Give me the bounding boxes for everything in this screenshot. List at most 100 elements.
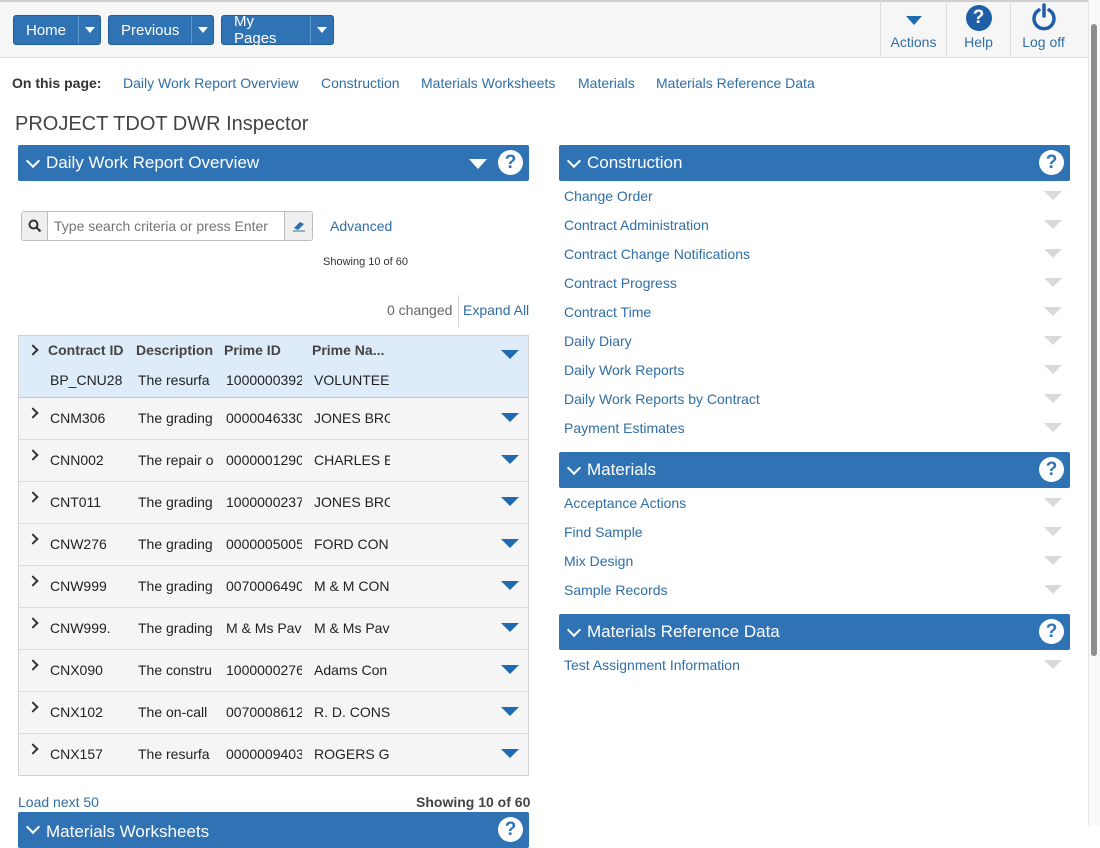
previous-dropdown[interactable] xyxy=(191,16,213,44)
row-menu-caret-icon[interactable] xyxy=(501,350,519,359)
construction-item-payment-estimates[interactable]: Payment Estimates xyxy=(564,420,685,436)
jump-link-materials[interactable]: Materials xyxy=(578,75,635,91)
expand-all-link[interactable]: Expand All xyxy=(463,302,529,318)
item-caret-icon[interactable] xyxy=(1044,336,1062,345)
col-contract-id[interactable]: Contract ID xyxy=(48,342,123,358)
row-menu-caret-icon[interactable] xyxy=(501,623,519,632)
row-menu-caret-icon[interactable] xyxy=(501,665,519,674)
previous-button[interactable]: Previous xyxy=(108,15,214,45)
materials-item-acceptance-actions[interactable]: Acceptance Actions xyxy=(564,495,686,511)
construction-item-contract-progress[interactable]: Contract Progress xyxy=(564,275,677,291)
advanced-search-link[interactable]: Advanced xyxy=(330,218,392,234)
materials-ref-item-test-assignment[interactable]: Test Assignment Information xyxy=(564,657,740,673)
row-menu-caret-icon[interactable] xyxy=(501,413,519,422)
page-scrollbar[interactable] xyxy=(1088,0,1100,826)
materials-item-mix-design[interactable]: Mix Design xyxy=(564,553,633,569)
home-button[interactable]: Home xyxy=(13,15,101,45)
table-row[interactable]: CNX157 The resurfa 0000009403 ROGERS G xyxy=(19,734,528,776)
previous-label[interactable]: Previous xyxy=(109,16,191,44)
actions-label[interactable]: Actions xyxy=(891,34,937,50)
my-pages-button[interactable]: My Pages xyxy=(221,13,334,47)
logoff-button[interactable]: Log off xyxy=(1010,0,1076,58)
item-caret-icon[interactable] xyxy=(1044,660,1062,669)
construction-item-daily-work-reports[interactable]: Daily Work Reports xyxy=(564,362,684,378)
help-label[interactable]: Help xyxy=(964,34,993,50)
help-icon[interactable]: ? xyxy=(498,150,523,175)
construction-item-contract-time[interactable]: Contract Time xyxy=(564,304,651,320)
chevron-right-icon[interactable] xyxy=(27,617,39,629)
materials-item-sample-records[interactable]: Sample Records xyxy=(564,582,668,598)
help-icon[interactable]: ? xyxy=(1039,619,1064,644)
row-menu-caret-icon[interactable] xyxy=(501,539,519,548)
jump-link-construction[interactable]: Construction xyxy=(321,75,400,91)
item-caret-icon[interactable] xyxy=(1044,365,1062,374)
item-caret-icon[interactable] xyxy=(1044,498,1062,507)
table-row[interactable]: CNT011 The grading 1000000237 JONES BRO xyxy=(19,482,528,524)
construction-item-daily-diary[interactable]: Daily Diary xyxy=(564,333,632,349)
construction-item-dwr-by-contract[interactable]: Daily Work Reports by Contract xyxy=(564,391,760,407)
table-row[interactable]: CNX102 The on-call 0070008612 R. D. CONS xyxy=(19,692,528,734)
construction-header[interactable]: Construction ? xyxy=(559,145,1070,181)
col-prime-name[interactable]: Prime Na... xyxy=(312,342,384,358)
row-menu-caret-icon[interactable] xyxy=(501,707,519,716)
logoff-label[interactable]: Log off xyxy=(1022,34,1065,50)
row-menu-caret-icon[interactable] xyxy=(501,455,519,464)
search-icon[interactable] xyxy=(22,212,48,240)
table-row[interactable]: CNM306 The grading 0000046330 JONES BRO xyxy=(19,398,528,440)
row-menu-caret-icon[interactable] xyxy=(501,749,519,758)
item-caret-icon[interactable] xyxy=(1044,307,1062,316)
table-header-row[interactable]: Contract ID Description Prime ID Prime N… xyxy=(19,336,528,398)
item-caret-icon[interactable] xyxy=(1044,249,1062,258)
col-description[interactable]: Description xyxy=(136,342,213,358)
help-icon[interactable]: ? xyxy=(1039,457,1064,482)
table-row[interactable]: CNN002 The repair o 0000001290 CHARLES E xyxy=(19,440,528,482)
chevron-right-icon[interactable] xyxy=(27,659,39,671)
search-input[interactable] xyxy=(48,212,284,240)
help-button[interactable]: ? Help xyxy=(946,0,1010,58)
my-pages-dropdown[interactable] xyxy=(309,16,333,44)
chevron-right-icon[interactable] xyxy=(27,701,39,713)
help-icon[interactable]: ? xyxy=(498,817,523,842)
item-caret-icon[interactable] xyxy=(1044,278,1062,287)
chevron-right-icon[interactable] xyxy=(27,449,39,461)
table-row[interactable]: CNX090 The constru 1000000276 Adams Con xyxy=(19,650,528,692)
table-row[interactable]: CNW999. The grading M & Ms Pav M & Ms Pa… xyxy=(19,608,528,650)
chevron-right-icon[interactable] xyxy=(27,533,39,545)
scrollbar-thumb[interactable] xyxy=(1091,24,1097,656)
materials-worksheets-header[interactable]: Materials Worksheets ? xyxy=(18,812,529,848)
construction-item-change-notifications[interactable]: Contract Change Notifications xyxy=(564,246,750,262)
materials-item-find-sample[interactable]: Find Sample xyxy=(564,524,643,540)
construction-item-change-order[interactable]: Change Order xyxy=(564,188,653,204)
item-caret-icon[interactable] xyxy=(1044,585,1062,594)
my-pages-label[interactable]: My Pages xyxy=(222,13,310,47)
chevron-right-icon[interactable] xyxy=(27,407,39,419)
item-caret-icon[interactable] xyxy=(1044,527,1062,536)
chevron-right-icon[interactable] xyxy=(27,743,39,755)
actions-button[interactable]: Actions xyxy=(880,0,946,58)
row-menu-caret-icon[interactable] xyxy=(501,497,519,506)
item-caret-icon[interactable] xyxy=(1044,394,1062,403)
home-dropdown[interactable] xyxy=(78,16,100,44)
chevron-right-icon[interactable] xyxy=(27,344,39,356)
table-row[interactable]: CNW999 The grading 0070006490 M & M CON xyxy=(19,566,528,608)
row-menu-caret-icon[interactable] xyxy=(501,581,519,590)
jump-link-materials-worksheets[interactable]: Materials Worksheets xyxy=(421,75,555,91)
help-icon[interactable]: ? xyxy=(1039,150,1064,175)
load-next-link[interactable]: Load next 50 xyxy=(18,794,99,810)
eraser-icon[interactable] xyxy=(284,212,312,240)
item-caret-icon[interactable] xyxy=(1044,220,1062,229)
chevron-right-icon[interactable] xyxy=(27,575,39,587)
home-label[interactable]: Home xyxy=(14,16,78,44)
jump-link-materials-reference[interactable]: Materials Reference Data xyxy=(656,75,815,91)
item-caret-icon[interactable] xyxy=(1044,191,1062,200)
item-caret-icon[interactable] xyxy=(1044,423,1062,432)
table-row[interactable]: CNW276 The grading 0000005005 FORD CON xyxy=(19,524,528,566)
item-caret-icon[interactable] xyxy=(1044,556,1062,565)
materials-header[interactable]: Materials ? xyxy=(559,452,1070,488)
col-prime-id[interactable]: Prime ID xyxy=(224,342,281,358)
construction-item-contract-admin[interactable]: Contract Administration xyxy=(564,217,709,233)
panel-menu-caret-icon[interactable] xyxy=(469,159,487,169)
materials-reference-header[interactable]: Materials Reference Data ? xyxy=(559,614,1070,650)
jump-link-dwr-overview[interactable]: Daily Work Report Overview xyxy=(123,75,299,91)
chevron-right-icon[interactable] xyxy=(27,491,39,503)
